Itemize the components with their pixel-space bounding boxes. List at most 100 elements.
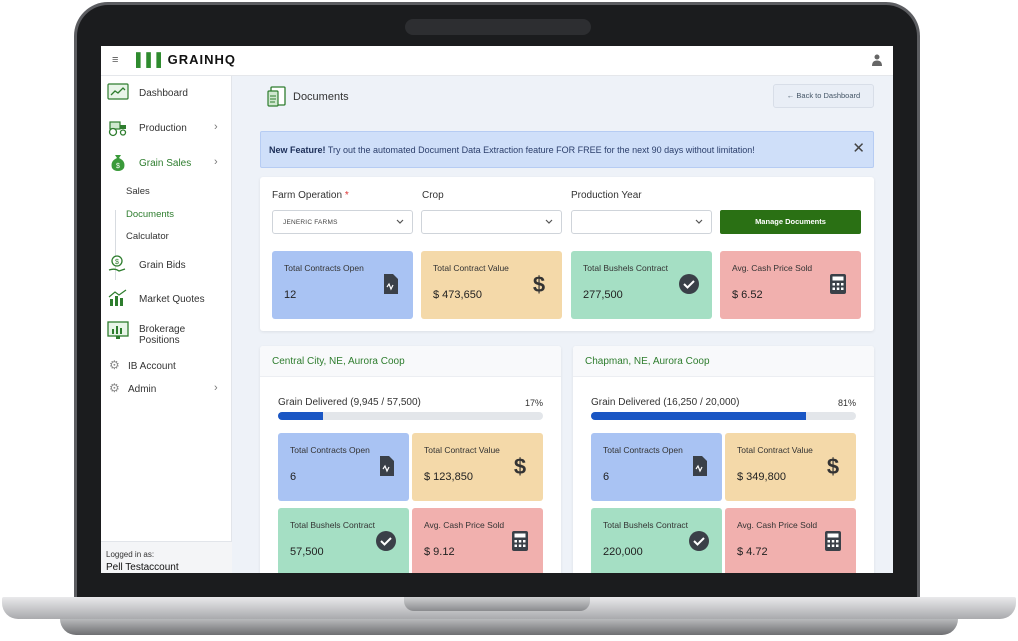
calculator-icon [512,531,528,551]
required-marker: * [344,190,349,201]
document-icon [693,456,707,476]
card-value: 277,500 [583,289,623,301]
tractor-icon [108,121,127,137]
card-label: Total Contract Value [433,263,509,273]
market-chart-icon [108,289,127,306]
production-year-select[interactable] [571,210,712,234]
card-label: Avg. Cash Price Sold [732,263,813,273]
sidebar-item-market-quotes[interactable]: Market Quotes [101,288,232,312]
hand-coin-icon: $ [108,255,126,272]
location-header: Central City, NE, Aurora Coop [260,346,561,377]
sidebar-item-brokerage-positions[interactable]: Brokerage Positions [101,321,232,351]
location-card-contract-value: Total Contract Value $ 349,800 $ [725,433,856,501]
back-to-dashboard-button[interactable]: ← Back to Dashboard [773,84,874,108]
sidebar-item-label: Market Quotes [139,294,205,305]
location-card-contracts-open: Total Contracts Open 6 [591,433,722,501]
grain-delivered-label: Grain Delivered (16,250 / 20,000) [591,397,740,408]
chevron-right-icon: › [214,382,218,394]
filter-summary-panel: Farm Operation * JENERIC FARMS Crop Prod… [260,177,874,331]
manage-documents-button[interactable]: Manage Documents [720,210,861,234]
card-value: 220,000 [603,546,643,558]
card-value: $ 4.72 [737,546,768,558]
sidebar-subitem-calculator[interactable]: Calculator [126,231,169,242]
card-label: Avg. Cash Price Sold [424,520,505,530]
svg-text:$: $ [533,273,545,295]
check-circle-icon [679,274,699,294]
login-label: Logged in as: [106,550,155,559]
check-circle-icon [689,531,709,551]
card-label: Total Contract Value [424,445,500,455]
monitor-chart-icon [107,321,129,339]
sidebar-subitem-documents[interactable]: Documents [126,209,174,220]
dollar-icon: $ [533,273,545,295]
svg-text:$: $ [115,259,119,266]
logo-bars-icon: ▌▌▌ [136,52,167,67]
card-label: Avg. Cash Price Sold [737,520,818,530]
brand-logo[interactable]: ▌▌▌GRAINHQ [136,52,236,67]
laptop-base-bottom [60,619,958,635]
sidebar-item-ib-account[interactable]: ⚙ IB Account [101,355,232,379]
alert-message: Try out the automated Document Data Extr… [327,145,755,155]
sidebar-item-label: Grain Sales [139,158,192,169]
card-label: Total Bushels Contract [603,520,689,530]
svg-text:$: $ [514,455,526,477]
sidebar-item-label: Brokerage Positions [139,324,186,346]
svg-text:$: $ [827,455,839,477]
crop-label: Crop [422,190,444,201]
crop-select[interactable] [421,210,562,234]
card-label: Total Contracts Open [284,263,364,273]
card-label: Total Bushels Contract [583,263,669,273]
alert-text: New Feature! Try out the automated Docum… [269,145,755,155]
card-value: 12 [284,289,297,301]
summary-card-contracts-open: Total Contracts Open 12 [272,251,413,319]
sidebar-item-grain-bids[interactable]: $ Grain Bids [101,254,232,278]
card-label: Total Contract Value [737,445,813,455]
money-bag-icon: $ [111,155,125,171]
card-label: Total Contracts Open [603,445,683,455]
chevron-right-icon: › [214,156,218,168]
sidebar-item-production[interactable]: Production › [101,117,232,141]
arrow-left-icon: ← [786,91,797,100]
summary-card-bushels-contract: Total Bushels Contract 277,500 [571,251,712,319]
sidebar-item-label: Grain Bids [139,260,186,271]
page-title: Documents [293,91,349,103]
sidebar-item-grain-sales[interactable]: $ Grain Sales › [101,152,232,176]
alert-title: New Feature! [269,145,326,155]
dashboard-chart-icon [107,83,129,100]
location-panel-chapman: Chapman, NE, Aurora Coop Grain Delivered… [573,346,874,573]
grain-delivered-progress [278,412,543,420]
summary-card-avg-cash-price: Avg. Cash Price Sold $ 6.52 [720,251,861,319]
hamburger-menu-icon[interactable]: ≡ [112,54,118,66]
check-circle-icon [376,531,396,551]
calculator-icon [825,531,841,551]
card-label: Total Contracts Open [290,445,370,455]
farm-operation-select[interactable]: JENERIC FARMS [272,210,413,234]
sidebar-item-admin[interactable]: ⚙ Admin › [101,378,232,402]
card-value: $ 473,650 [433,289,482,301]
sidebar-item-label: Dashboard [139,88,188,99]
card-value: $ 123,850 [424,471,473,483]
card-value: $ 349,800 [737,471,786,483]
laptop-hinge [404,597,590,611]
grain-delivered-label: Grain Delivered (9,945 / 57,500) [278,397,421,408]
location-name: Chapman, NE, Aurora Coop [585,356,710,367]
progress-fill [591,412,806,420]
chevron-down-icon [545,219,553,224]
sidebar-subitem-sales[interactable]: Sales [126,186,150,197]
location-panel-central-city: Central City, NE, Aurora Coop Grain Deli… [260,346,561,573]
summary-card-contract-value: Total Contract Value $ 473,650 $ [421,251,562,319]
card-value: 57,500 [290,546,324,558]
sidebar-item-dashboard[interactable]: Dashboard [101,82,232,106]
card-value: 6 [603,471,610,483]
farm-label-text: Farm Operation [272,190,343,201]
grain-delivered-percent: 81% [837,398,856,408]
sidebar: Dashboard Production › $ Grain Sales › S… [101,76,232,573]
production-year-label: Production Year [571,190,642,201]
user-icon[interactable] [872,54,882,66]
location-card-bushels-contract: Total Bushels Contract 57,500 [278,508,409,573]
close-icon[interactable]: ✕ [852,141,865,156]
card-value: 6 [290,471,297,483]
card-value: $ 6.52 [732,289,763,301]
dollar-icon: $ [827,455,839,477]
svg-text:$: $ [116,163,120,170]
